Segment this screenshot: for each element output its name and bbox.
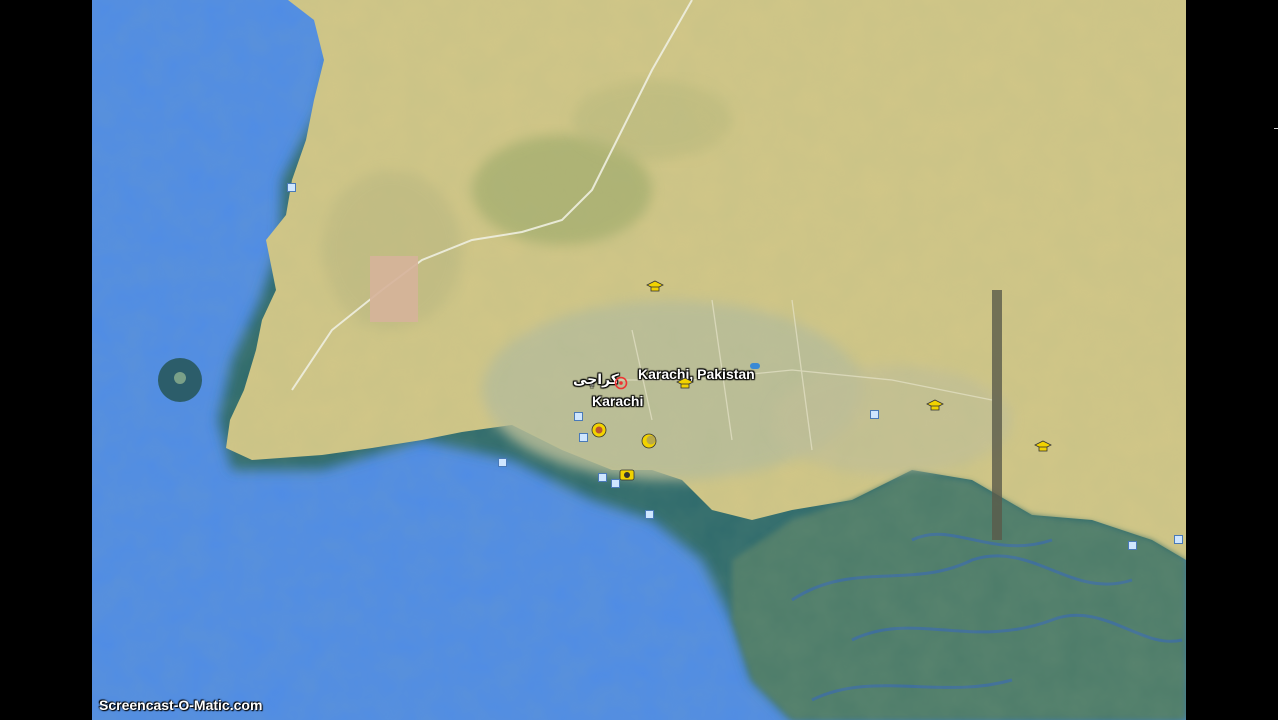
place-label-city[interactable]: Karachi [592,393,643,409]
screencast-watermark: Screencast-O-Matic.com [99,697,263,713]
small-square-icon[interactable] [870,410,879,419]
small-square-icon[interactable] [611,479,620,488]
crescent-icon[interactable] [641,433,657,449]
graduation-cap-icon[interactable] [676,377,694,391]
edge-tick [1274,128,1278,129]
crescent-icon[interactable] [591,422,607,438]
small-square-icon[interactable] [1128,541,1137,550]
blue-pin-icon[interactable] [750,363,760,369]
small-square-icon[interactable] [579,433,588,442]
graduation-cap-icon[interactable] [646,280,664,294]
islet-land [174,372,186,384]
small-square-icon[interactable] [574,412,583,421]
small-square-icon[interactable] [598,473,607,482]
place-label-urdu: کراچی [573,371,619,387]
small-square-icon[interactable] [287,183,296,192]
target-icon[interactable] [614,376,628,390]
imagery-seam [992,290,1002,540]
small-square-icon[interactable] [1174,535,1183,544]
quarry-patch [370,256,418,322]
map-viewport[interactable]: کراچی Karachi, Pakistan Karachi [92,0,1186,720]
graduation-cap-icon[interactable] [1034,440,1052,454]
small-square-icon[interactable] [645,510,654,519]
small-square-icon[interactable] [498,458,507,467]
graduation-cap-icon[interactable] [926,399,944,413]
place-label-main[interactable]: Karachi, Pakistan [638,366,755,382]
camera-icon[interactable] [619,467,635,481]
satellite-map[interactable] [92,0,1186,720]
